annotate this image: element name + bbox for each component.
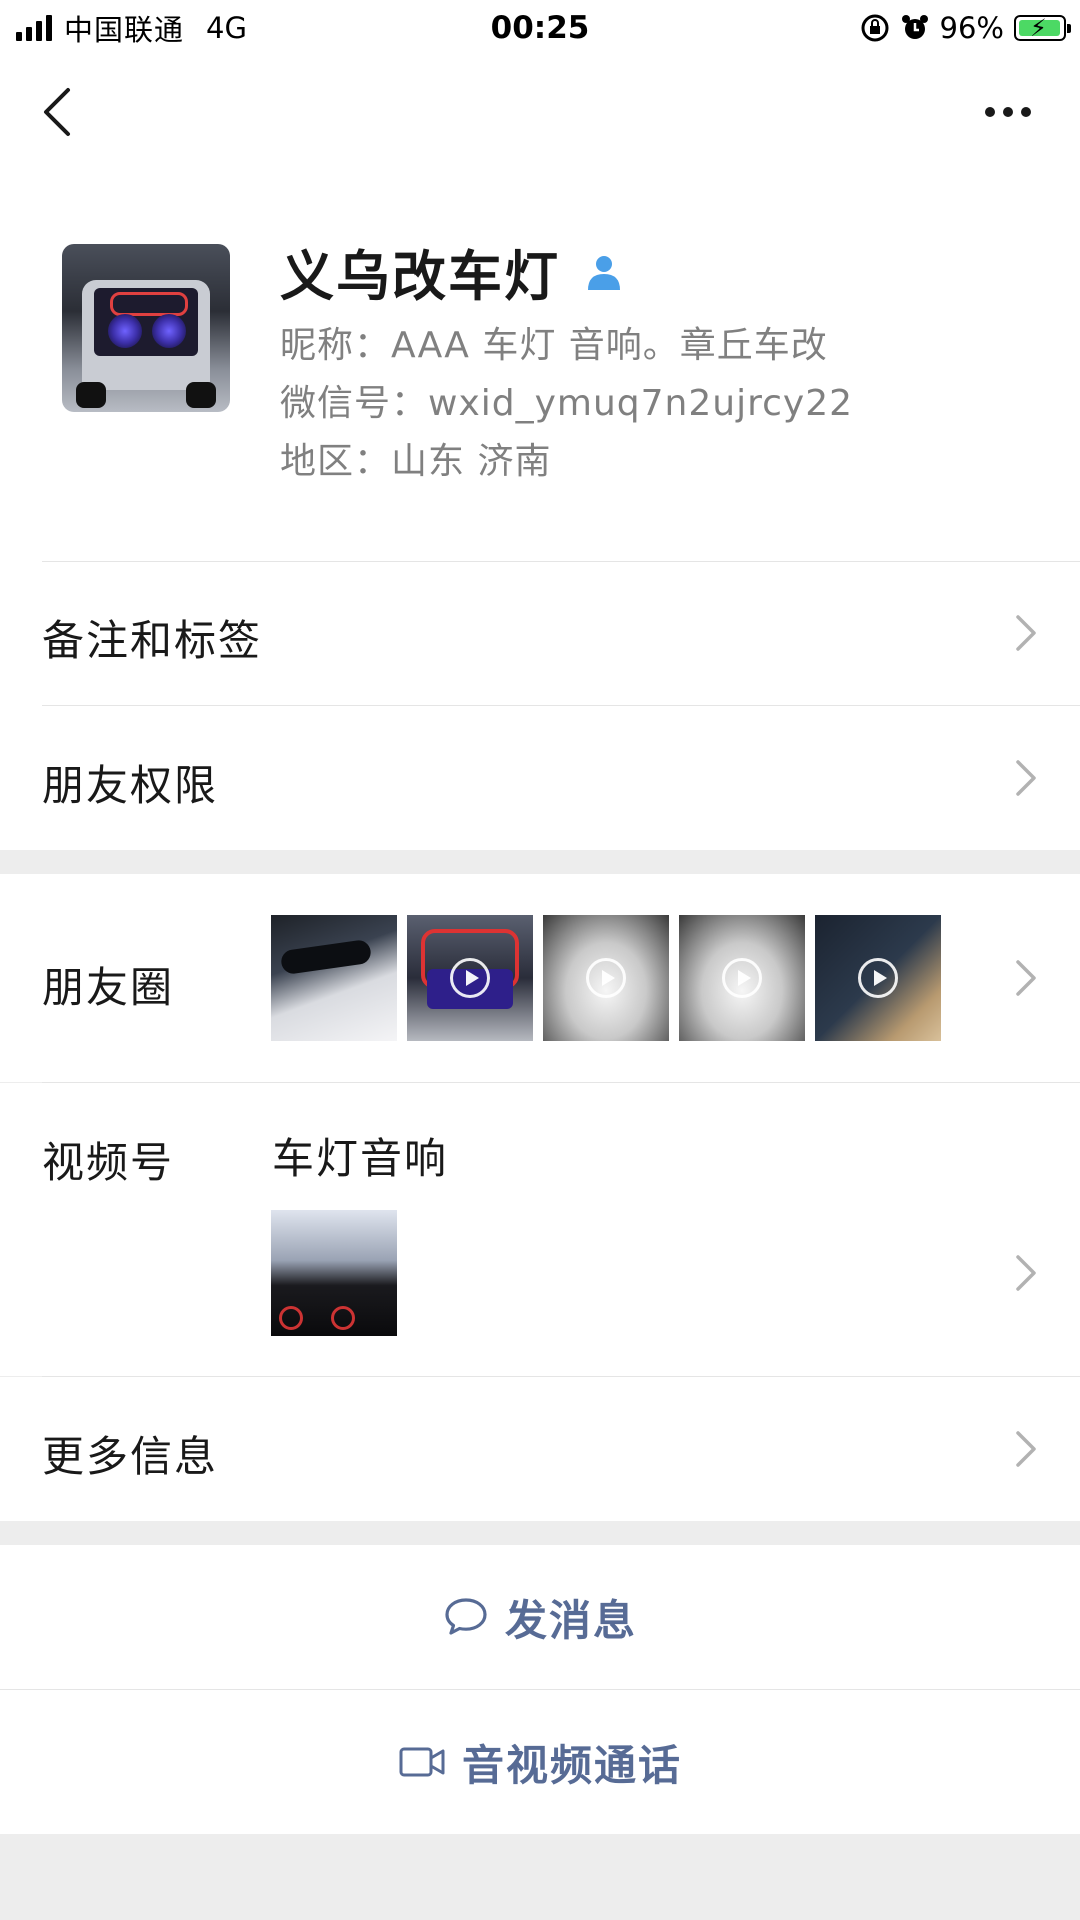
more-horizontal-icon [985, 107, 1031, 117]
battery-percentage: 96% [939, 11, 1004, 45]
moments-thumbnail [679, 915, 805, 1041]
charging-bolt-icon: ⚡ [1030, 14, 1047, 42]
chevron-right-icon [1016, 615, 1036, 651]
navigation-bar [0, 56, 1080, 164]
person-icon [588, 255, 620, 290]
alarm-icon [901, 15, 928, 39]
display-name: 义乌改车灯 [280, 245, 560, 308]
channels-label: 视频号 [42, 1138, 175, 1187]
play-icon [858, 958, 898, 998]
wechat-id: 微信号：wxid_ymuq7n2ujrcy22 [280, 383, 854, 424]
play-icon [450, 958, 490, 998]
chat-bubble-icon [445, 1598, 487, 1635]
profile-card: 义乌改车灯 昵称：AAA 车灯 音响。章丘车改 微信号：wxid_ymuq7n2… [0, 164, 1080, 850]
channels-name: 车灯音响 [272, 1134, 449, 1183]
moments-thumbnail [407, 915, 533, 1041]
remarks-tags-label: 备注和标签 [42, 616, 263, 665]
channels-row[interactable]: 视频号 车灯音响 [0, 1083, 1080, 1376]
nickname: 昵称：AAA 车灯 音响。章丘车改 [280, 325, 828, 366]
moments-thumbnail [543, 915, 669, 1041]
chevron-right-icon [1016, 1431, 1036, 1467]
channels-thumbnail [271, 1210, 397, 1336]
region: 地区：山东 济南 [280, 441, 552, 482]
friend-permissions-row[interactable]: 朋友权限 [0, 706, 1080, 850]
chevron-right-icon [1016, 760, 1036, 796]
chevron-right-icon [1016, 960, 1036, 996]
play-icon [586, 958, 626, 998]
orientation-lock-icon [861, 14, 889, 42]
moments-row[interactable]: 朋友圈 [0, 874, 1080, 1082]
video-camera-icon [399, 1747, 445, 1777]
chevron-left-icon [44, 88, 70, 136]
avatar[interactable] [62, 244, 230, 412]
moments-label: 朋友圈 [42, 963, 175, 1012]
more-button[interactable] [978, 82, 1038, 138]
battery-icon: ⚡ [1014, 14, 1071, 42]
chevron-right-icon [1016, 1255, 1036, 1291]
friend-permissions-label: 朋友权限 [42, 761, 219, 810]
play-icon [722, 958, 762, 998]
send-message-label: 发消息 [504, 1595, 637, 1645]
video-call-label: 音视频通话 [461, 1740, 682, 1790]
more-info-row[interactable]: 更多信息 [0, 1377, 1080, 1521]
moments-thumbnail [271, 915, 397, 1041]
status-right: 96% ⚡ [860, 8, 1071, 48]
video-call-button[interactable]: 音视频通话 [0, 1690, 1080, 1834]
remarks-tags-row[interactable]: 备注和标签 [0, 561, 1080, 705]
status-bar: 中国联通 4G 00:25 96% ⚡ [0, 0, 1080, 56]
send-message-button[interactable]: 发消息 [0, 1545, 1080, 1689]
name-row: 义乌改车灯 [280, 232, 624, 311]
more-info-label: 更多信息 [42, 1432, 219, 1481]
back-button[interactable] [36, 82, 92, 138]
moments-thumbnail [815, 915, 941, 1041]
